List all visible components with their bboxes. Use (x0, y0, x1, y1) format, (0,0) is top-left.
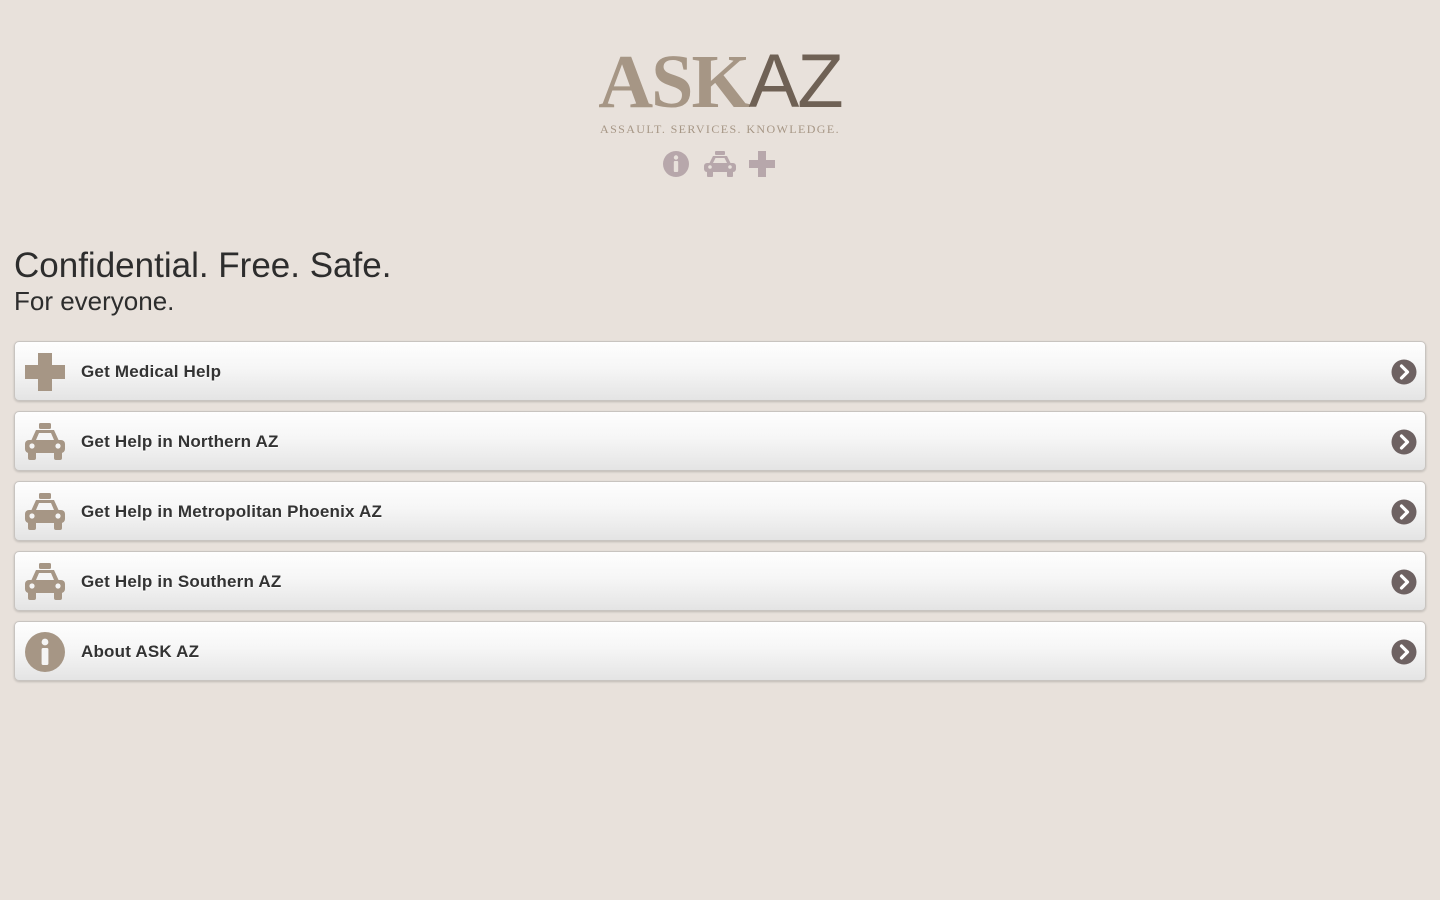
medical-cross-icon (749, 151, 775, 177)
page-subheadline: For everyone. (14, 286, 175, 316)
page-headline: Confidential. Free. Safe. (14, 246, 392, 285)
medical-cross-icon (25, 353, 65, 391)
logo-ask-text: ASK (598, 40, 750, 124)
chevron-right-icon (1391, 639, 1417, 665)
menu-item-label: About ASK AZ (81, 642, 200, 661)
app-header: ASKAZ ASSAULT. SERVICES. KNOWLEDGE. (0, 0, 1440, 200)
logo-tagline: ASSAULT. SERVICES. KNOWLEDGE. (600, 122, 840, 136)
chevron-right-icon (1391, 429, 1417, 455)
taxi-icon (704, 151, 736, 177)
help-menu: Get Medical Help Get Help in Northern AZ (14, 341, 1426, 691)
taxi-icon (25, 493, 65, 530)
taxi-icon (25, 423, 65, 460)
menu-item-label: Get Help in Northern AZ (81, 432, 279, 451)
chevron-right-icon (1391, 499, 1417, 525)
taxi-icon (25, 563, 65, 600)
menu-item-label: Get Help in Metropolitan Phoenix AZ (81, 502, 383, 521)
header-icon-row (660, 150, 780, 180)
info-icon (25, 632, 65, 672)
menu-item-northern-az[interactable]: Get Help in Northern AZ (14, 411, 1426, 471)
logo-az-text: AZ (748, 39, 844, 124)
menu-item-label: Get Medical Help (81, 362, 222, 381)
askaz-logo: ASKAZ (588, 44, 852, 121)
menu-item-about-ask-az[interactable]: About ASK AZ (14, 621, 1426, 681)
info-icon (663, 151, 689, 177)
menu-item-get-medical-help[interactable]: Get Medical Help (14, 341, 1426, 401)
menu-item-southern-az[interactable]: Get Help in Southern AZ (14, 551, 1426, 611)
chevron-right-icon (1391, 359, 1417, 385)
menu-item-metropolitan-phoenix-az[interactable]: Get Help in Metropolitan Phoenix AZ (14, 481, 1426, 541)
chevron-right-icon (1391, 569, 1417, 595)
menu-item-label: Get Help in Southern AZ (81, 572, 282, 591)
